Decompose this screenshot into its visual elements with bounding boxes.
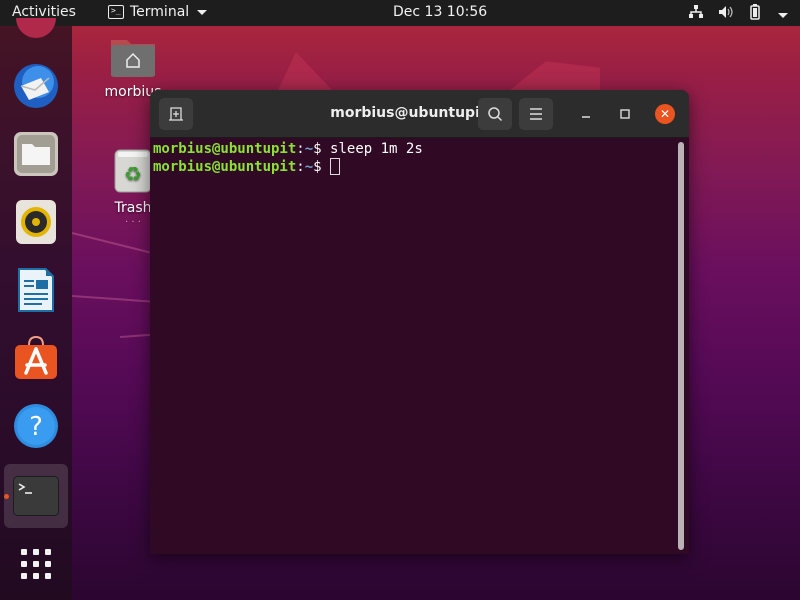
command-text: sleep 1m 2s: [330, 141, 423, 157]
trash-icon: ♻: [114, 149, 152, 193]
minimize-button[interactable]: [576, 104, 596, 124]
dock-item-help[interactable]: ?: [12, 402, 60, 450]
terminal-icon: >_: [108, 5, 124, 19]
search-icon: [488, 107, 503, 122]
prompt-sep: :: [296, 141, 305, 157]
files-folder-icon: [14, 132, 58, 176]
terminal-window: morbius@ubuntupit: ~ ✕ morbius@ubuntupit…: [150, 90, 689, 554]
writer-document-icon: [18, 268, 54, 312]
rhythmbox-speaker-icon: [16, 200, 56, 244]
chevron-down-icon: [197, 9, 208, 15]
prompt-path: ~: [304, 159, 314, 175]
maximize-icon: [620, 109, 630, 119]
software-store-icon: [15, 335, 57, 379]
thunderbird-mail-icon: [14, 64, 58, 108]
wallpaper-line: [71, 232, 150, 254]
app-menu-label: Terminal: [130, 4, 190, 20]
hamburger-menu-icon: [530, 108, 542, 120]
new-tab-button[interactable]: [159, 98, 193, 130]
close-button[interactable]: ✕: [655, 104, 675, 124]
dock-item-terminal[interactable]: [12, 472, 60, 520]
terminal-output[interactable]: morbius@ubuntupit:~$ sleep 1m 2s morbius…: [150, 138, 689, 554]
clock[interactable]: Dec 13 10:56: [393, 4, 487, 20]
search-button[interactable]: [478, 98, 512, 130]
dock: ?: [0, 18, 72, 600]
maximize-button[interactable]: [615, 104, 635, 124]
terminal-icon: [13, 476, 59, 516]
svg-text:?: ?: [29, 412, 43, 442]
terminal-line: morbius@ubuntupit:~$: [153, 158, 686, 176]
help-icon: ?: [14, 404, 58, 448]
wallpaper-shape: [278, 52, 332, 90]
header-bar[interactable]: morbius@ubuntupit: ~ ✕: [150, 90, 689, 138]
home-folder-icon: [111, 40, 155, 77]
dock-item-libreoffice-writer[interactable]: [12, 266, 60, 314]
dock-item-ubuntu-software[interactable]: [12, 334, 60, 382]
svg-text:♻: ♻: [124, 162, 142, 186]
terminal-line: morbius@ubuntupit:~$ sleep 1m 2s: [153, 140, 686, 158]
system-tray[interactable]: [688, 4, 788, 24]
dock-item-rhythmbox[interactable]: [12, 198, 60, 246]
text-cursor: [330, 158, 341, 175]
menu-button[interactable]: [519, 98, 553, 130]
new-tab-icon: [169, 107, 183, 121]
wallpaper-shape: [510, 61, 600, 90]
prompt-symbol: $: [313, 141, 331, 157]
scrollbar[interactable]: [678, 142, 684, 550]
wallpaper-line: [71, 295, 152, 303]
dock-item-thunderbird[interactable]: [12, 62, 60, 110]
prompt-sep: :: [296, 159, 305, 175]
top-bar: Activities >_ Terminal Dec 13 10:56: [0, 0, 800, 26]
prompt-user: morbius@ubuntupit: [153, 141, 297, 157]
minimize-icon: [582, 116, 590, 118]
prompt-user: morbius@ubuntupit: [153, 159, 297, 175]
network-icon: [688, 5, 704, 23]
prompt-symbol: $: [313, 159, 331, 175]
close-icon: ✕: [659, 107, 671, 121]
app-grid-icon: [21, 549, 51, 579]
wallpaper-line: [119, 333, 150, 338]
app-menu[interactable]: >_ Terminal: [108, 4, 208, 20]
volume-icon: [718, 5, 734, 23]
window-title: morbius@ubuntupit: ~: [330, 105, 509, 121]
dock-partial-icon: [16, 18, 56, 38]
dock-item-files[interactable]: [12, 130, 60, 178]
battery-icon: [748, 4, 762, 24]
prompt-path: ~: [304, 141, 314, 157]
system-menu-chevron-icon: [776, 6, 788, 22]
show-applications-button[interactable]: [12, 540, 60, 588]
running-indicator: [4, 494, 9, 499]
